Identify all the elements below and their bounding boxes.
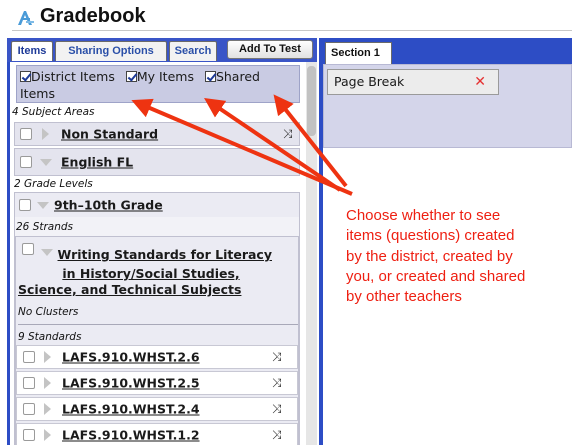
items-tabbar: Items Sharing Options Search Add To Test xyxy=(7,38,317,62)
shuffle-icon[interactable]: ⤨ xyxy=(272,376,282,391)
standard-row[interactable]: LAFS.910.WHST.2.6 ⤨ xyxy=(16,345,298,369)
standard-label[interactable]: LAFS.910.WHST.2.4 xyxy=(62,402,200,417)
tab-sharing-options[interactable]: Sharing Options xyxy=(55,41,167,61)
section-drop-area: Page Break ✕ xyxy=(323,64,572,148)
my-items-filter[interactable]: My Items xyxy=(122,69,194,84)
page-break-item[interactable]: Page Break ✕ xyxy=(327,69,499,95)
item-filter-bar: District Items My Items Shared Items xyxy=(16,65,300,103)
annotation-line: you, or created and shared xyxy=(346,267,526,285)
annotation-text: Choose whether to see items (questions) … xyxy=(346,206,572,307)
page-break-label: Page Break xyxy=(334,74,405,89)
items-tree: District Items My Items Shared Items 4 S… xyxy=(10,62,306,445)
shared-items-checkbox[interactable] xyxy=(204,71,216,82)
expand-arrow-icon[interactable] xyxy=(44,351,51,363)
filter-row: District Items My Items Shared xyxy=(20,69,260,84)
grade-levels-count: 2 Grade Levels xyxy=(14,178,93,190)
annotation-line: Choose whether to see xyxy=(346,207,501,224)
delete-icon[interactable]: ✕ xyxy=(474,70,486,94)
items-scrollbar[interactable] xyxy=(306,62,317,445)
shared-items-label-continued: Items xyxy=(20,86,55,101)
standard-checkbox[interactable] xyxy=(23,403,35,415)
shuffle-icon[interactable]: ⤨ xyxy=(272,350,282,365)
shared-items-label: Shared xyxy=(215,69,260,84)
my-items-checkbox[interactable] xyxy=(125,71,137,82)
district-items-filter[interactable]: District Items xyxy=(20,69,115,84)
gradebook-icon xyxy=(18,11,34,25)
standard-checkbox[interactable] xyxy=(23,429,35,441)
clusters-divider xyxy=(18,324,298,325)
title-divider xyxy=(12,30,572,31)
grade-label[interactable]: 9th–10th Grade xyxy=(54,198,163,213)
clusters-label: No Clusters xyxy=(18,306,79,318)
standard-checkbox[interactable] xyxy=(23,351,35,363)
district-items-checkbox[interactable] xyxy=(20,71,31,82)
items-panel: Items Sharing Options Search Add To Test… xyxy=(7,38,317,445)
subject-areas-count: 4 Subject Areas xyxy=(12,106,95,118)
page-title: Gradebook xyxy=(40,5,146,27)
tab-items[interactable]: Items xyxy=(11,41,53,61)
standard-label[interactable]: LAFS.910.WHST.2.5 xyxy=(62,376,200,391)
annotation-line: by the district, created by xyxy=(346,247,513,265)
strand-group: Writing Standards for Literacy in Histor… xyxy=(15,236,299,445)
tree-row-english-fl[interactable]: English FL xyxy=(14,148,300,176)
standard-row[interactable]: LAFS.910.WHST.1.2 ⤨ xyxy=(16,423,298,445)
annotation-line: items (questions) created xyxy=(346,227,515,245)
grade-group: 9th–10th Grade 26 Strands Writing Standa… xyxy=(14,192,300,445)
writing-standards-label[interactable]: Writing Standards for Literacy in Histor… xyxy=(26,245,276,283)
district-items-label: District Items xyxy=(31,69,115,84)
standards-count: 9 Standards xyxy=(18,331,82,343)
tree-row-non-standard[interactable]: Non Standard ⤨ xyxy=(14,122,300,146)
standard-row[interactable]: LAFS.910.WHST.2.5 ⤨ xyxy=(16,371,298,395)
my-items-label: My Items xyxy=(136,69,194,84)
english-fl-label[interactable]: English FL xyxy=(61,155,133,170)
expand-arrow-icon[interactable] xyxy=(44,429,51,441)
shuffle-icon[interactable]: ⤨ xyxy=(272,402,282,417)
writing-standards-line-1: Writing Standards for Literacy xyxy=(57,247,272,262)
expand-arrow-icon[interactable] xyxy=(42,128,49,140)
title-bar: Gradebook xyxy=(0,0,572,38)
standard-label[interactable]: LAFS.910.WHST.1.2 xyxy=(62,428,200,443)
standard-label[interactable]: LAFS.910.WHST.2.6 xyxy=(62,350,200,365)
tree-row-grade[interactable]: 9th–10th Grade xyxy=(15,193,299,217)
tab-section-1[interactable]: Section 1 xyxy=(325,42,392,64)
non-standard-label[interactable]: Non Standard xyxy=(61,127,158,142)
tab-search[interactable]: Search xyxy=(169,41,217,61)
english-fl-checkbox[interactable] xyxy=(20,156,32,168)
writing-standards-line-3[interactable]: Science, and Technical Subjects xyxy=(18,282,241,297)
grade-checkbox[interactable] xyxy=(19,199,31,211)
shuffle-icon[interactable]: ⤨ xyxy=(283,127,293,142)
shared-items-filter[interactable]: Shared xyxy=(201,69,260,84)
shuffle-icon[interactable]: ⤨ xyxy=(272,428,282,443)
strands-count: 26 Strands xyxy=(16,221,74,233)
non-standard-checkbox[interactable] xyxy=(20,128,32,140)
add-to-test-button[interactable]: Add To Test xyxy=(227,40,313,59)
annotation-line: by other teachers xyxy=(346,288,462,306)
writing-standards-line-2: in History/Social Studies, xyxy=(62,266,240,281)
expand-arrow-icon[interactable] xyxy=(44,377,51,389)
standard-checkbox[interactable] xyxy=(23,377,35,389)
scrollbar-thumb[interactable] xyxy=(307,66,316,136)
collapse-arrow-icon[interactable] xyxy=(37,202,49,209)
collapse-arrow-icon[interactable] xyxy=(40,159,52,166)
expand-arrow-icon[interactable] xyxy=(44,403,51,415)
standard-row[interactable]: LAFS.910.WHST.2.4 ⤨ xyxy=(16,397,298,421)
